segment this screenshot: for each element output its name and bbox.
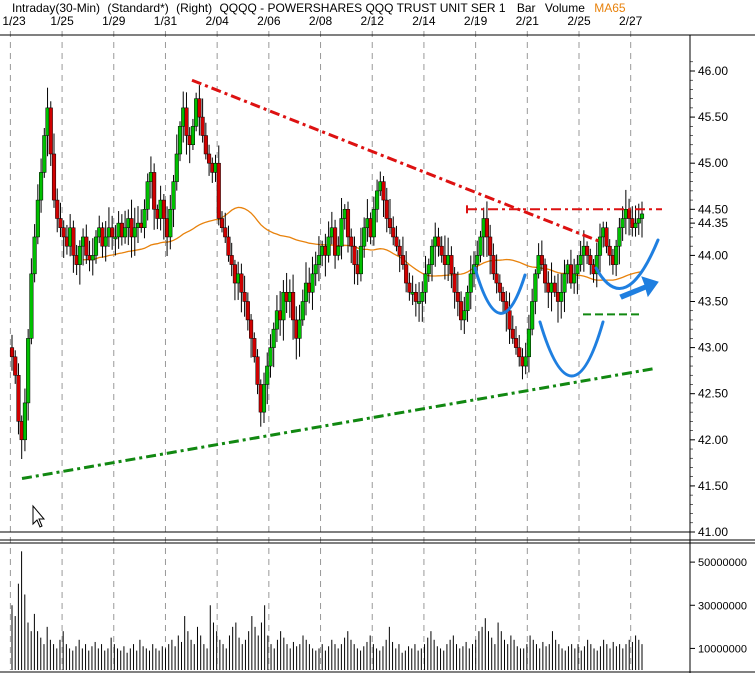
x-tick-label: 2/08 (309, 14, 333, 28)
y-tick-label: 45.00 (698, 156, 728, 170)
x-tick-label: 2/19 (464, 14, 488, 28)
x-tick-label: 2/21 (516, 14, 540, 28)
header-axis-side: (Right) (176, 1, 212, 15)
header-ma65: MA65 (594, 1, 626, 15)
x-tick-label: 1/23 (2, 14, 26, 28)
y-tick-label: 41.50 (698, 479, 728, 493)
x-tick-label: 2/06 (257, 14, 281, 28)
y-tick-label: 45.50 (698, 110, 728, 124)
chart-canvas: Intraday(30-Min) (Standard*) (Right) QQQ… (0, 0, 755, 673)
x-tick-label: 2/12 (361, 14, 385, 28)
x-tick-label: 2/04 (205, 14, 229, 28)
x-tick-label: 1/31 (154, 14, 178, 28)
y-tick-label: 42.00 (698, 433, 728, 447)
header-symbol: QQQQ - POWERSHARES QQQ TRUST UNIT SER 1 (219, 1, 505, 15)
y-tick-label: 46.00 (698, 64, 728, 78)
x-tick-label: 2/25 (567, 14, 591, 28)
x-tick-label: 1/25 (50, 14, 74, 28)
y-tick-label: 44.35 (698, 216, 728, 230)
volume-tick-label: 30000000 (698, 600, 747, 612)
stock-chart: Intraday(30-Min) (Standard*) (Right) QQQ… (0, 0, 755, 673)
y-tick-label: 41.00 (698, 525, 728, 539)
x-tick-label: 1/29 (102, 14, 126, 28)
y-tick-label: 44.00 (698, 248, 728, 262)
header-bar: Bar (517, 1, 536, 15)
volume-tick-label: 50000000 (698, 557, 747, 569)
x-tick-label: 2/27 (619, 14, 643, 28)
header-scale: (Standard*) (107, 1, 168, 15)
header-interval: Intraday(30-Min) (12, 1, 100, 15)
y-tick-label: 44.50 (698, 202, 728, 216)
y-tick-label: 42.50 (698, 387, 728, 401)
y-tick-label: 43.00 (698, 341, 728, 355)
header-volume: Volume (545, 1, 585, 15)
volume-tick-label: 10000000 (698, 643, 747, 655)
x-tick-label: 2/14 (412, 14, 436, 28)
y-tick-label: 43.50 (698, 295, 728, 309)
